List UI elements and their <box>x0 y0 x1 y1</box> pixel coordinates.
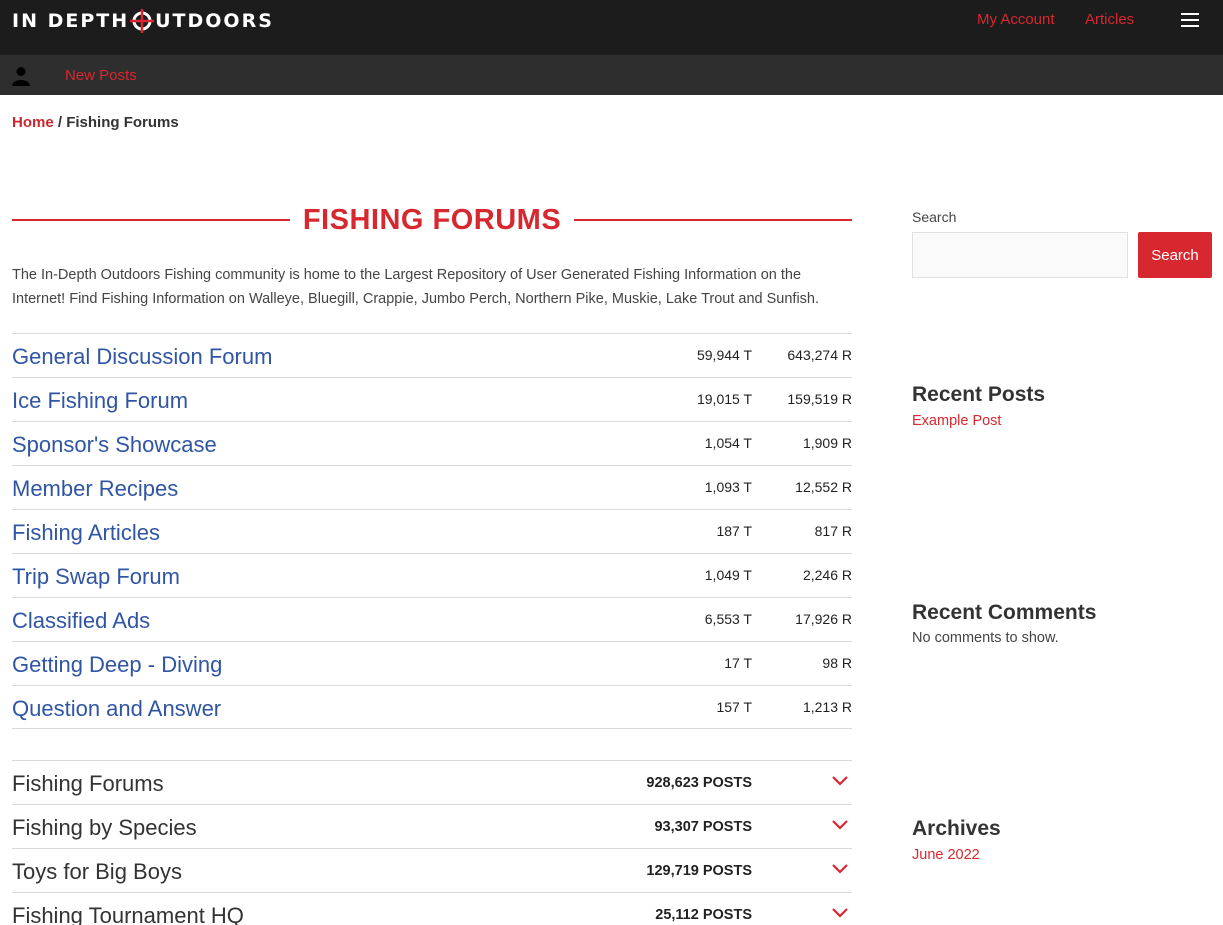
forum-row: Member Recipes 1,093 T 12,552 R <box>12 465 852 509</box>
forum-replies-count: 817 R <box>814 523 852 539</box>
chevron-down-icon[interactable] <box>832 776 848 786</box>
forum-topics-count: 59,944 T <box>696 347 752 363</box>
forum-replies-count: 1,909 R <box>802 435 852 451</box>
forum-replies-count: 2,246 R <box>802 567 852 583</box>
new-posts-link[interactable]: New Posts <box>65 67 137 84</box>
category-posts-count: 129,719 POSTS <box>646 863 752 879</box>
forum-row: Getting Deep - Diving 17 T 98 R <box>12 641 852 685</box>
forum-row: Question and Answer 157 T 1,213 R <box>12 685 852 729</box>
breadcrumb-home-link[interactable]: Home <box>12 114 54 131</box>
search-label: Search <box>912 209 957 225</box>
breadcrumb-separator: / <box>53 114 67 131</box>
category-row-toys-for-big-boys[interactable]: Toys for Big Boys 129,719 POSTS <box>12 848 852 892</box>
breadcrumb: Home / Fishing Forums <box>12 114 179 131</box>
category-list: Fishing Forums 928,623 POSTS Fishing by … <box>12 760 852 925</box>
forum-topics-count: 157 T <box>716 699 752 715</box>
my-account-link[interactable]: My Account <box>977 11 1055 28</box>
archives-title: Archives <box>912 817 1001 840</box>
forum-link-fishing-articles[interactable]: Fishing Articles <box>12 520 160 546</box>
logo-text-right: UTDOORS <box>155 10 274 32</box>
category-name: Toys for Big Boys <box>12 859 182 884</box>
breadcrumb-current: Fishing Forums <box>66 114 179 131</box>
forum-replies-count: 98 R <box>822 655 852 671</box>
category-row-fishing-forums[interactable]: Fishing Forums 928,623 POSTS <box>12 760 852 804</box>
forum-link-sponsors-showcase[interactable]: Sponsor's Showcase <box>12 432 217 458</box>
search-button[interactable]: Search <box>1138 232 1212 278</box>
forum-link-ice-fishing[interactable]: Ice Fishing Forum <box>12 388 188 414</box>
articles-link[interactable]: Articles <box>1085 11 1134 28</box>
forum-link-getting-deep-diving[interactable]: Getting Deep - Diving <box>12 652 222 678</box>
forum-topics-count: 187 T <box>716 523 752 539</box>
chevron-down-icon[interactable] <box>832 820 848 830</box>
forum-topics-count: 17 T <box>724 655 752 671</box>
search-input[interactable] <box>912 232 1128 278</box>
menu-hamburger-icon[interactable] <box>1181 13 1199 28</box>
crosshair-icon <box>130 9 155 33</box>
forum-row: Trip Swap Forum 1,049 T 2,246 R <box>12 553 852 597</box>
forum-link-trip-swap[interactable]: Trip Swap Forum <box>12 564 180 590</box>
forum-link-question-and-answer[interactable]: Question and Answer <box>12 696 221 722</box>
logo-text-left: IN DEPTH <box>12 10 130 32</box>
page-title: FISHING FORUMS <box>302 204 562 236</box>
forum-topics-count: 19,015 T <box>696 391 752 407</box>
category-posts-count: 93,307 POSTS <box>654 819 752 835</box>
chevron-down-icon[interactable] <box>832 864 848 874</box>
forum-link-member-recipes[interactable]: Member Recipes <box>12 476 178 502</box>
forum-row: General Discussion Forum 59,944 T 643,27… <box>12 333 852 377</box>
forum-replies-count: 12,552 R <box>795 479 852 495</box>
forum-link-general-discussion[interactable]: General Discussion Forum <box>12 344 272 370</box>
forum-row: Fishing Articles 187 T 817 R <box>12 509 852 553</box>
recent-comments-title: Recent Comments <box>912 601 1097 624</box>
forum-replies-count: 643,274 R <box>787 347 852 363</box>
forum-replies-count: 1,213 R <box>802 699 852 715</box>
forum-topics-count: 6,553 T <box>704 611 752 627</box>
forum-row: Classified Ads 6,553 T 17,926 R <box>12 597 852 641</box>
site-logo[interactable]: IN DEPTH UTDOORS <box>12 8 274 34</box>
forum-link-classified-ads[interactable]: Classified Ads <box>12 608 150 634</box>
category-row-fishing-tournament-hq[interactable]: Fishing Tournament HQ 25,112 POSTS <box>12 892 852 925</box>
chevron-down-icon[interactable] <box>832 908 848 918</box>
category-name: Fishing Tournament HQ <box>12 903 244 925</box>
recent-posts-title: Recent Posts <box>912 383 1046 406</box>
sub-navbar <box>0 55 1223 95</box>
forum-list: General Discussion Forum 59,944 T 643,27… <box>12 333 852 729</box>
category-name: Fishing Forums <box>12 771 164 796</box>
recent-post-link[interactable]: Example Post <box>912 413 1001 429</box>
user-icon[interactable] <box>12 66 30 86</box>
forum-topics-count: 1,093 T <box>704 479 752 495</box>
forum-topics-count: 1,054 T <box>704 435 752 451</box>
forum-replies-count: 159,519 R <box>787 391 852 407</box>
category-row-fishing-by-species[interactable]: Fishing by Species 93,307 POSTS <box>12 804 852 848</box>
forum-replies-count: 17,926 R <box>795 611 852 627</box>
forum-row: Sponsor's Showcase 1,054 T 1,909 R <box>12 421 852 465</box>
archive-link[interactable]: June 2022 <box>912 847 980 863</box>
category-name: Fishing by Species <box>12 815 197 840</box>
category-posts-count: 928,623 POSTS <box>646 775 752 791</box>
forum-topics-count: 1,049 T <box>704 567 752 583</box>
intro-text: The In-Depth Outdoors Fishing community … <box>12 267 820 307</box>
page-title-block: FISHING FORUMS <box>12 202 852 238</box>
forum-row: Ice Fishing Forum 19,015 T 159,519 R <box>12 377 852 421</box>
category-posts-count: 25,112 POSTS <box>655 907 752 923</box>
no-comments-text: No comments to show. <box>912 630 1059 646</box>
